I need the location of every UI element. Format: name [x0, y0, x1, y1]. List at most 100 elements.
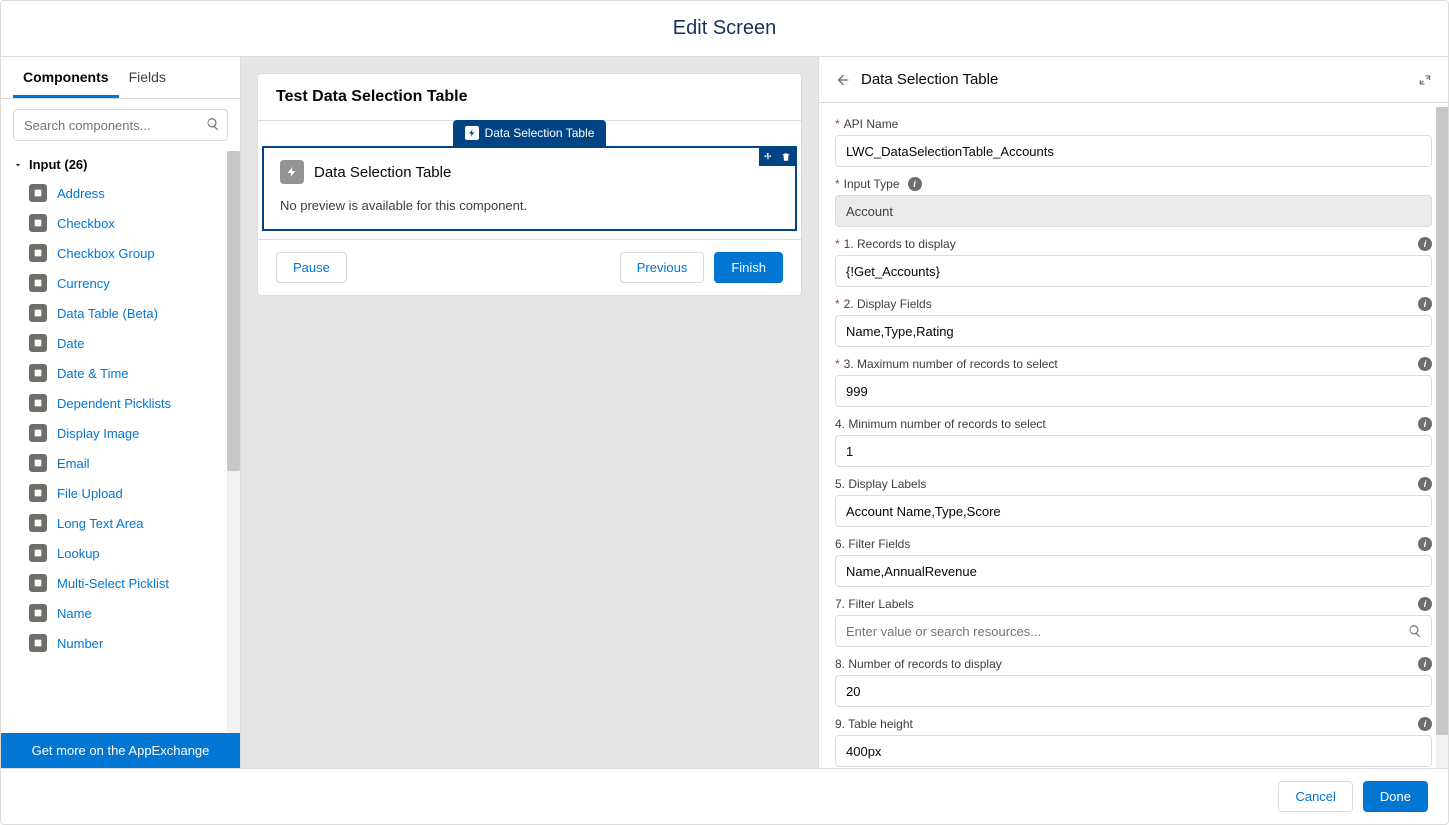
info-icon[interactable]: i [1418, 597, 1432, 611]
property-input[interactable] [835, 675, 1432, 707]
property-label-text: 9. Table height [835, 717, 913, 731]
component-item-label: Dependent Picklists [57, 396, 171, 411]
component-chip-label: Data Selection Table [485, 126, 595, 140]
collapse-icon[interactable] [1418, 73, 1432, 87]
component-item-label: Name [57, 606, 92, 621]
component-item[interactable]: Name [1, 598, 240, 628]
property-label-text: 2. Display Fields [844, 297, 932, 311]
finish-button[interactable]: Finish [714, 252, 783, 283]
modal-body: Components Fields Input (26) [1, 57, 1448, 768]
component-type-icon [29, 274, 47, 292]
component-type-icon [29, 634, 47, 652]
component-type-icon [29, 574, 47, 592]
property-label: 8. Number of records to displayi [835, 657, 1432, 671]
lightning-icon [465, 126, 479, 140]
property-input[interactable] [835, 435, 1432, 467]
delete-icon[interactable] [777, 148, 795, 166]
component-item[interactable]: Display Image [1, 418, 240, 448]
left-tabs: Components Fields [1, 57, 240, 99]
properties-panel: Data Selection Table *API Name*Input Typ… [818, 57, 1448, 768]
selected-component-header: Data Selection Table [280, 148, 779, 192]
component-item[interactable]: Dependent Picklists [1, 388, 240, 418]
info-icon[interactable]: i [908, 177, 922, 191]
tree-group-label: Input (26) [29, 157, 88, 172]
tab-fields[interactable]: Fields [119, 57, 176, 98]
info-icon[interactable]: i [1418, 537, 1432, 551]
component-item[interactable]: File Upload [1, 478, 240, 508]
property-label-text: 4. Minimum number of records to select [835, 417, 1046, 431]
property-input[interactable] [835, 135, 1432, 167]
component-item-label: Checkbox [57, 216, 115, 231]
info-icon[interactable]: i [1418, 417, 1432, 431]
component-item[interactable]: Date [1, 328, 240, 358]
modal-title: Edit Screen [673, 17, 776, 40]
property-input[interactable] [835, 375, 1432, 407]
component-type-icon [29, 364, 47, 382]
canvas-card: Test Data Selection Table Data Selection… [257, 73, 802, 296]
component-tree[interactable]: Input (26) Address Checkbox Checkbox Group… [1, 151, 240, 733]
component-item[interactable]: Long Text Area [1, 508, 240, 538]
info-icon[interactable]: i [1418, 237, 1432, 251]
property-input[interactable] [835, 735, 1432, 767]
component-item[interactable]: Checkbox [1, 208, 240, 238]
pause-button[interactable]: Pause [276, 252, 347, 283]
component-item-label: Data Table (Beta) [57, 306, 158, 321]
component-item[interactable]: Number [1, 628, 240, 658]
move-icon[interactable] [759, 148, 777, 166]
component-item-label: File Upload [57, 486, 123, 501]
left-scrollbar[interactable] [227, 151, 240, 733]
required-indicator: * [835, 117, 840, 131]
no-preview-text: No preview is available for this compone… [280, 192, 779, 213]
required-indicator: * [835, 237, 840, 251]
properties-header: Data Selection Table [819, 57, 1448, 103]
component-item-label: Multi-Select Picklist [57, 576, 169, 591]
property-input[interactable] [835, 555, 1432, 587]
property-input[interactable] [835, 255, 1432, 287]
property-label: 4. Minimum number of records to select i [835, 417, 1432, 431]
previous-button[interactable]: Previous [620, 252, 705, 283]
component-search-input[interactable] [13, 109, 228, 141]
component-item[interactable]: Data Table (Beta) [1, 298, 240, 328]
component-item[interactable]: Lookup [1, 538, 240, 568]
edit-screen-modal: Edit Screen Components Fields [0, 0, 1449, 825]
cancel-button[interactable]: Cancel [1278, 781, 1352, 812]
info-icon[interactable]: i [1418, 657, 1432, 671]
components-panel: Components Fields Input (26) [1, 57, 241, 768]
right-scrollbar[interactable] [1436, 107, 1448, 768]
modal-footer: Cancel Done [1, 768, 1448, 824]
property-input [835, 195, 1432, 227]
property-label-text: Input Type [844, 177, 900, 191]
component-item[interactable]: Email [1, 448, 240, 478]
properties-title: Data Selection Table [861, 71, 1408, 88]
selected-component[interactable]: Data Selection Table No preview is avail… [262, 146, 797, 231]
info-icon[interactable]: i [1418, 717, 1432, 731]
component-type-icon [29, 304, 47, 322]
done-button[interactable]: Done [1363, 781, 1428, 812]
property-label-text: 7. Filter Labels [835, 597, 914, 611]
property-label: 6. Filter Fieldsi [835, 537, 1432, 551]
tree-group-input[interactable]: Input (26) [1, 151, 240, 178]
component-item[interactable]: Date & Time [1, 358, 240, 388]
property-input[interactable] [835, 315, 1432, 347]
component-item[interactable]: Currency [1, 268, 240, 298]
property-row: 6. Filter Fieldsi [835, 537, 1432, 587]
tab-components[interactable]: Components [13, 57, 119, 98]
component-item[interactable]: Multi-Select Picklist [1, 568, 240, 598]
info-icon[interactable]: i [1418, 477, 1432, 491]
component-type-icon [29, 544, 47, 562]
property-input[interactable] [835, 495, 1432, 527]
appexchange-link[interactable]: Get more on the AppExchange [1, 733, 240, 768]
property-input[interactable] [835, 615, 1432, 647]
component-item-label: Checkbox Group [57, 246, 155, 261]
property-row: *Input Typei [835, 177, 1432, 227]
component-type-icon [29, 184, 47, 202]
info-icon[interactable]: i [1418, 357, 1432, 371]
component-item[interactable]: Checkbox Group [1, 238, 240, 268]
component-type-icon [29, 514, 47, 532]
component-item[interactable]: Address [1, 178, 240, 208]
component-type-icon [29, 604, 47, 622]
component-type-icon [29, 454, 47, 472]
info-icon[interactable]: i [1418, 297, 1432, 311]
back-arrow-icon[interactable] [835, 72, 851, 88]
property-row: *3. Maximum number of records to selecti [835, 357, 1432, 407]
